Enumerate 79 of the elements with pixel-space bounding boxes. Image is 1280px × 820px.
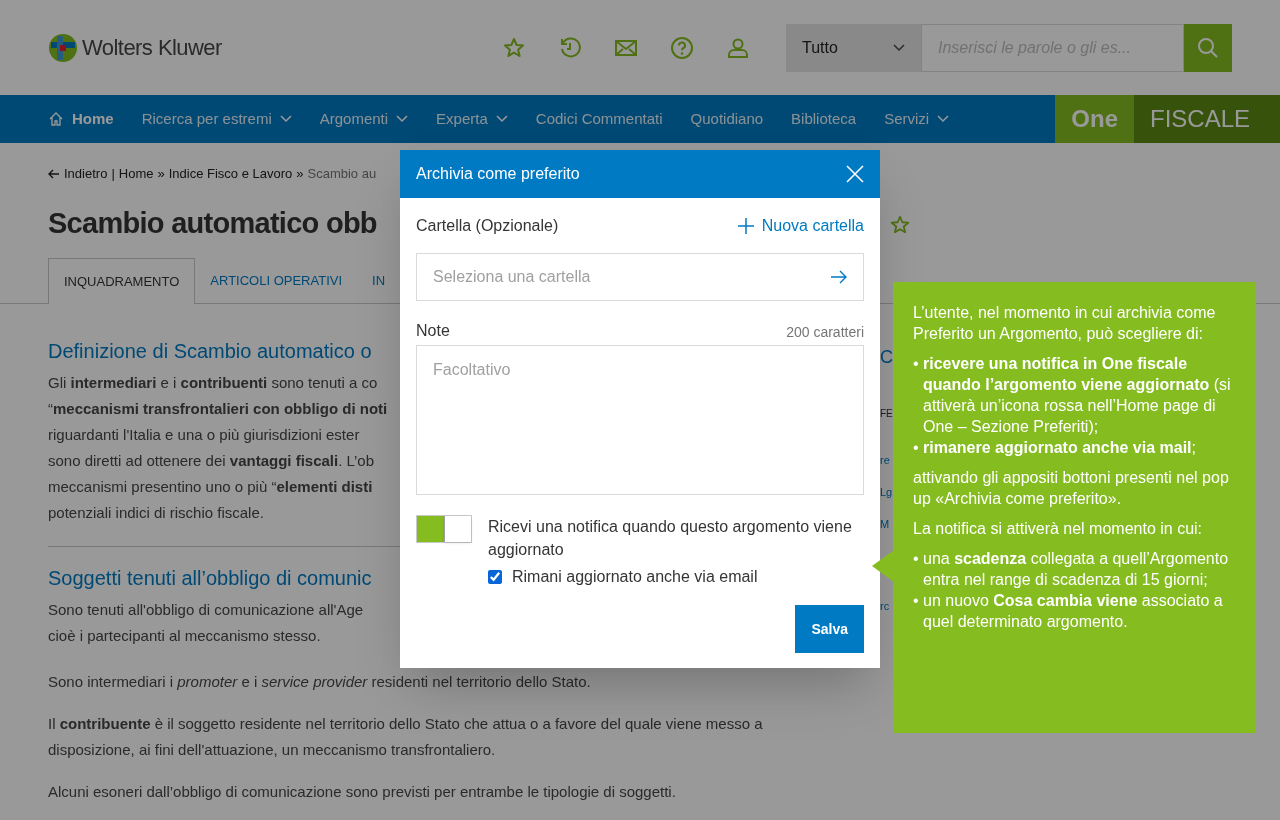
star-icon[interactable]: [889, 214, 911, 236]
sidebar-label: FE: [880, 407, 893, 421]
toggle-switch[interactable]: [416, 515, 472, 543]
text-line: meccanismi presentino uno o più “elementi disti: [48, 477, 373, 497]
tab[interactable]: INQUADRAMENTO: [48, 258, 196, 304]
save-button[interactable]: Salva: [795, 605, 864, 653]
close-icon: [846, 165, 864, 183]
text-line: “meccanismi transfrontalieri con obbligo di noti: [48, 399, 388, 419]
plus-icon: [737, 218, 754, 234]
sidebar-link[interactable]: Lg: [880, 484, 893, 516]
bullet-marker: •: [913, 549, 920, 569]
sidebar-link[interactable]: M: [880, 516, 890, 548]
text-line: potenziali indici di rischio fiscale.: [48, 503, 264, 523]
character-limit: 200 caratteri: [786, 323, 864, 342]
breadcrumb-link[interactable]: Indice Fisco e Lavoro: [168, 164, 293, 184]
search-icon: [1197, 36, 1219, 59]
back-link[interactable]: Indietro: [48, 164, 108, 184]
email-checkbox[interactable]: [488, 570, 502, 584]
sidebar-link[interactable]: re: [880, 452, 890, 484]
search-button[interactable]: [1184, 23, 1232, 72]
breadcrumb-separator: »: [295, 165, 305, 184]
paragraph: Sono intermediari i promoter e i service provider residenti nel territorio dello Stato.: [48, 672, 592, 692]
breadcrumb-separator: »: [156, 165, 166, 184]
field-label: Note: [416, 321, 450, 341]
nav-link[interactable]: Servizi: [884, 107, 950, 131]
nav-link[interactable]: Biblioteca: [791, 107, 857, 131]
note-field[interactable]: Facoltativo: [416, 345, 864, 495]
field-label: Cartella (Opzionale): [416, 216, 559, 236]
tab[interactable]: ARTICOLI OPERATIVI: [195, 258, 358, 303]
text-line: riguardanti l'Italia e una o più giurisdizioni ester: [48, 425, 360, 445]
section-heading: Definizione di Scambio automatico o: [48, 339, 372, 364]
toggle-label: Ricevi una notifica quando questo argomento viene aggiornato: [488, 517, 853, 560]
callout-text: rimanere aggiornato anche via mail;: [923, 438, 1196, 458]
page-title: Scambio automatico obb: [48, 206, 377, 242]
new-folder-link[interactable]: Nuova cartella: [737, 214, 864, 238]
chevron-down-icon: [893, 43, 905, 52]
arrow-right-icon: [831, 270, 847, 284]
callout-text: attivando gli appositi bottoni presenti nel pop up «Archivia come preferito».: [913, 468, 1230, 509]
nav-link[interactable]: Argomenti: [319, 107, 409, 131]
home-icon: [48, 111, 64, 127]
nav-link[interactable]: Experta: [436, 107, 508, 131]
sidebar-heading: C: [880, 346, 892, 369]
help-icon[interactable]: [670, 35, 694, 60]
callout-text: L’utente, nel momento in cui archivia come Preferito un Argomento, può scegliere di:: [913, 303, 1217, 344]
callout-text: una scadenza collegata a quell’Argomento entra nel range di scadenza di 15 giorni;: [923, 549, 1230, 590]
folder-select[interactable]: Seleziona una cartella: [416, 253, 864, 301]
nav-link[interactable]: Ricerca per estremi: [141, 107, 292, 131]
callout-text: un nuovo Cosa cambia viene associato a quel determinato argomento.: [923, 591, 1224, 632]
breadcrumb-separator: |: [110, 165, 116, 184]
text-line: sono diretti ad ottenere dei vantaggi fiscali. L’ob: [48, 451, 375, 471]
logo-icon: [48, 32, 78, 63]
star-icon[interactable]: [502, 35, 526, 60]
bullet-marker: •: [913, 354, 920, 374]
product-name: FISCALE: [1134, 95, 1280, 143]
bullet-marker: •: [913, 591, 920, 611]
breadcrumb-link[interactable]: Home: [118, 164, 154, 184]
callout-text: ricevere una notifica in One fiscale quando l’argomento viene aggiornato (si attiverà un’icona rossa nell’Home page di One – Sezione Preferiti);: [923, 354, 1232, 437]
paragraph: Il contribuente è il soggetto residente nel territorio dello Stato che attua o a favore del quale viene messo a disposizione, ai fini dell'attuazione, un meccanismo transfrontaliero.: [48, 714, 764, 760]
section-heading: Soggetti tenuti all’obbligo di comunic: [48, 566, 372, 591]
dialog-title: Archivia come preferito: [416, 164, 580, 184]
nav-link[interactable]: Home: [48, 107, 114, 131]
product-brand: One: [1055, 95, 1134, 143]
nav-link[interactable]: Quotidiano: [690, 107, 764, 131]
text-line: Sono tenuti all'obbligo di comunicazione all'Age: [48, 600, 364, 620]
paragraph: Alcuni esoneri dall’obbligo di comunicazione sono previsti per entrambe le tipologie di soggetti.: [48, 782, 677, 802]
bullet-marker: •: [913, 438, 920, 458]
nav-link[interactable]: Codici Commentati: [535, 107, 663, 131]
close-button[interactable]: [846, 165, 864, 183]
text-line: cioè i partecipanti al meccanismo stesso.: [48, 626, 321, 646]
arrow-left-icon: [48, 169, 60, 179]
breadcrumb-current: Scambio au: [307, 165, 377, 184]
tab[interactable]: IN: [357, 258, 401, 303]
history-icon[interactable]: [558, 35, 582, 60]
scope-dropdown[interactable]: Tutto: [786, 23, 921, 72]
checkbox-label: Rimani aggiornato anche via email: [512, 567, 758, 587]
callout-text: La notifica si attiverà nel momento in cui:: [913, 519, 1204, 539]
sidebar-link[interactable]: rc: [880, 598, 890, 615]
logo-text: Wolters Kluwer: [82, 34, 222, 62]
text-line: Gli intermediari e i contribuenti sono tenuti a co: [48, 373, 378, 393]
